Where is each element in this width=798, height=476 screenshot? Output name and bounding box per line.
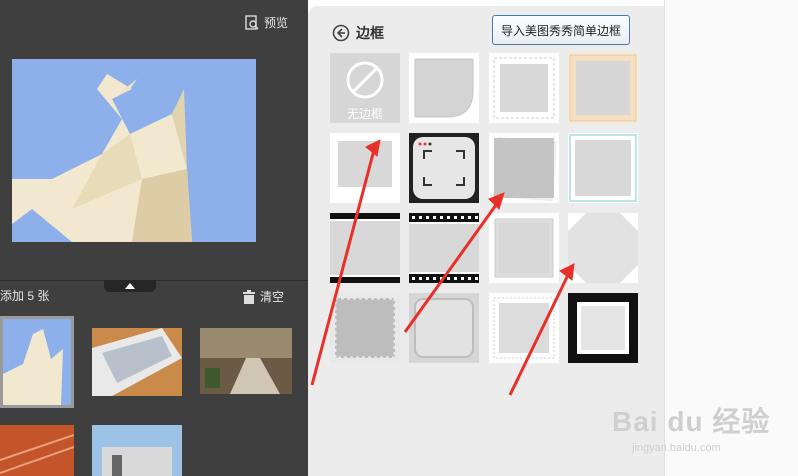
- collapse-toggle[interactable]: [104, 280, 156, 292]
- chevron-up-icon: [125, 283, 135, 289]
- border-tile-rounded-inset[interactable]: [409, 293, 479, 363]
- import-borders-button[interactable]: 导入美图秀秀简单边框: [492, 15, 630, 45]
- photo-thumbnail-selected[interactable]: [0, 316, 74, 408]
- border-tile-lace-edge[interactable]: [489, 293, 559, 363]
- clear-label: 清空: [260, 290, 285, 304]
- page-title: 边框: [356, 25, 384, 41]
- watermark-url: jingyan.baidu.com: [632, 442, 721, 454]
- photo-thumbnail[interactable]: [200, 328, 292, 394]
- photo-thumbnail[interactable]: [92, 425, 182, 476]
- border-tile-rounded-corner[interactable]: [409, 53, 479, 123]
- photo-thumbnail[interactable]: [0, 425, 74, 476]
- border-tile-light-blue-frame[interactable]: [568, 133, 638, 203]
- added-count-label: 添加 5 张: [0, 289, 50, 303]
- border-tile-inset-shadow[interactable]: [489, 213, 559, 283]
- border-panel: 边框 导入美图秀秀简单边框 无边框: [308, 6, 664, 476]
- clear-button[interactable]: 清空: [242, 288, 284, 305]
- back-arrow-icon[interactable]: [332, 24, 350, 42]
- border-tile-folded-corners[interactable]: [568, 213, 638, 283]
- baidu-watermark: Bai du 经验 jingyan.baidu.com: [612, 400, 770, 454]
- border-tile-black-bars[interactable]: [330, 213, 400, 283]
- trash-icon: [243, 289, 255, 304]
- preview-image: [12, 59, 256, 242]
- border-tile-thick-black-frame[interactable]: [568, 293, 638, 363]
- preview-button[interactable]: 预览: [244, 14, 288, 31]
- border-tile-no-border[interactable]: 无边框: [330, 53, 400, 123]
- preview-icon: [245, 14, 259, 30]
- border-panel-header: 边框: [332, 23, 384, 43]
- border-tile-camera-viewfinder[interactable]: [409, 133, 479, 203]
- photo-list-panel: 预览 添加 5 张 清空: [0, 0, 308, 476]
- border-tile-polaroid[interactable]: [330, 133, 400, 203]
- border-tile-stamp-edge[interactable]: [489, 53, 559, 123]
- preview-label: 预览: [264, 16, 289, 30]
- border-tile-gray-shadow[interactable]: [489, 133, 559, 203]
- border-tile-gray-stamp[interactable]: [330, 293, 400, 363]
- watermark-brand: Bai du 经验: [612, 406, 771, 437]
- photo-thumbnail[interactable]: [92, 328, 182, 396]
- border-tile-cream-frame[interactable]: [568, 53, 638, 123]
- no-border-label: 无边框: [346, 107, 383, 121]
- border-tile-film-strip[interactable]: [409, 213, 479, 283]
